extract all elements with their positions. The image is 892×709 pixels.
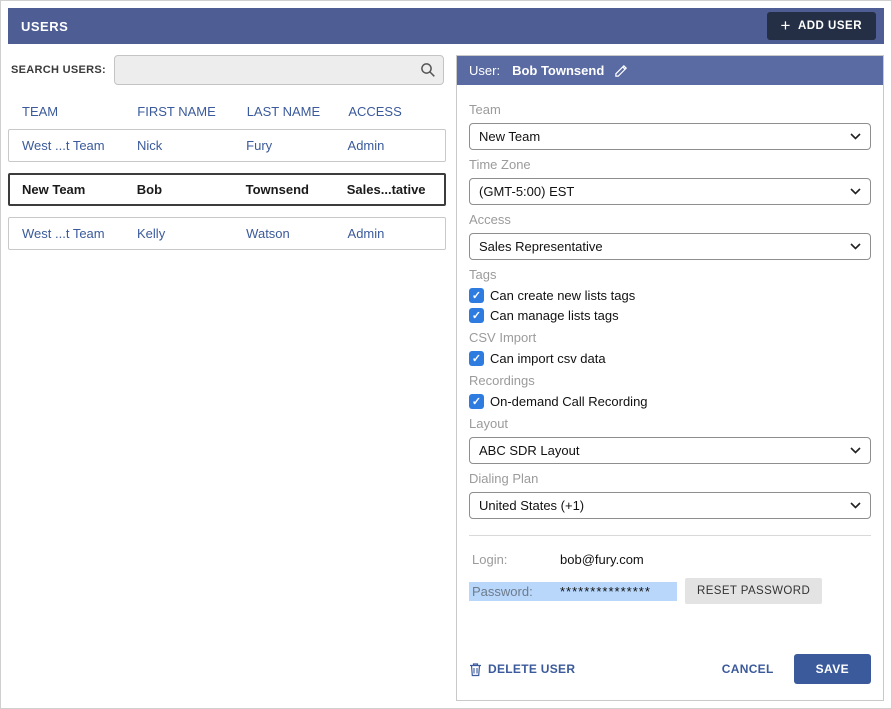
- tags-option-2: ✓ Can manage lists tags: [469, 308, 871, 323]
- user-name: Bob Townsend: [512, 63, 605, 78]
- table-header: TEAM FIRST NAME LAST NAME ACCESS: [8, 98, 446, 129]
- column-header-access: ACCESS: [348, 104, 402, 119]
- team-select-value: New Team: [479, 129, 541, 144]
- cell-first: Bob: [136, 182, 163, 197]
- chevron-down-icon: [850, 188, 861, 195]
- plus-icon: +: [780, 15, 791, 35]
- top-bar: USERS + ADD USER: [8, 8, 884, 44]
- search-label: SEARCH USERS:: [11, 64, 106, 76]
- chevron-down-icon: [850, 447, 861, 454]
- tags-option-1: ✓ Can create new lists tags: [469, 288, 871, 303]
- column-header-team: TEAM: [22, 104, 59, 119]
- timezone-select[interactable]: (GMT-5:00) EST: [469, 178, 871, 205]
- save-button[interactable]: SAVE: [793, 654, 871, 684]
- delete-user-label: DELETE USER: [488, 662, 576, 676]
- reset-password-button[interactable]: RESET PASSWORD: [685, 578, 823, 604]
- chevron-down-icon: [850, 243, 861, 250]
- password-label: Password:: [469, 581, 557, 601]
- layout-label: Layout: [469, 416, 509, 431]
- checkbox-checked-icon[interactable]: ✓: [469, 351, 484, 366]
- recordings-option-1: ✓ On-demand Call Recording: [469, 394, 871, 409]
- tags-label: Tags: [469, 267, 497, 282]
- table-row[interactable]: West ...t Team Nick Fury Admin: [8, 129, 446, 162]
- team-label: Team: [469, 102, 501, 117]
- login-value: bob@fury.com: [560, 551, 644, 567]
- table-row[interactable]: West ...t Team Kelly Watson Admin: [8, 217, 446, 250]
- checkbox-checked-icon[interactable]: ✓: [469, 288, 484, 303]
- cell-access: Admin: [347, 226, 385, 241]
- cell-team: West ...t Team: [22, 138, 105, 153]
- user-detail-form: Team New Team Time Zone (GMT-5:00) EST A…: [457, 85, 883, 640]
- layout-select[interactable]: ABC SDR Layout: [469, 437, 871, 464]
- search-row: SEARCH USERS:: [8, 55, 446, 85]
- password-row: Password: *************** RESET PASSWORD: [469, 578, 871, 604]
- trash-icon: [470, 662, 481, 676]
- login-label: Login:: [472, 551, 508, 567]
- add-user-button[interactable]: + ADD USER: [766, 12, 876, 40]
- table-row-selected[interactable]: New Team Bob Townsend Sales...tative: [8, 173, 446, 206]
- layout-select-value: ABC SDR Layout: [479, 443, 580, 458]
- detail-footer: DELETE USER CANCEL SAVE: [457, 640, 883, 700]
- login-row: Login: bob@fury.com: [469, 546, 871, 572]
- users-table: TEAM FIRST NAME LAST NAME ACCESS West ..…: [8, 98, 446, 250]
- checkbox-label: On-demand Call Recording: [490, 394, 648, 409]
- search-icon[interactable]: [420, 62, 436, 78]
- cell-last: Watson: [246, 226, 290, 241]
- column-header-first: FIRST NAME: [137, 104, 216, 119]
- cell-access: Admin: [347, 138, 385, 153]
- access-select[interactable]: Sales Representative: [469, 233, 871, 260]
- cell-last: Fury: [246, 138, 273, 153]
- user-detail-panel: User: Bob Townsend Team New Team Time Zo…: [456, 55, 884, 701]
- timezone-select-value: (GMT-5:00) EST: [479, 184, 575, 199]
- cancel-button[interactable]: CANCEL: [722, 662, 774, 676]
- csv-option-1: ✓ Can import csv data: [469, 351, 871, 366]
- password-value: ***************: [557, 581, 677, 601]
- chevron-down-icon: [850, 502, 861, 509]
- checkbox-checked-icon[interactable]: ✓: [469, 308, 484, 323]
- checkbox-label: Can import csv data: [490, 351, 606, 366]
- credentials-divider: [469, 535, 871, 536]
- dialing-plan-select-value: United States (+1): [479, 498, 585, 513]
- cell-first: Nick: [137, 138, 163, 153]
- recordings-label: Recordings: [469, 373, 535, 388]
- csv-import-label: CSV Import: [469, 330, 537, 345]
- main-content: SEARCH USERS: TEAM FIRST NAME LAST NAME …: [8, 44, 884, 701]
- dialing-plan-label: Dialing Plan: [469, 471, 539, 486]
- users-page: USERS + ADD USER SEARCH USERS: TEAM FIRS…: [0, 0, 892, 709]
- team-select[interactable]: New Team: [469, 123, 871, 150]
- edit-pencil-icon[interactable]: [614, 63, 629, 78]
- timezone-label: Time Zone: [469, 157, 531, 172]
- chevron-down-icon: [850, 133, 861, 140]
- checkbox-label: Can manage lists tags: [490, 308, 619, 323]
- cell-team: New Team: [22, 182, 86, 197]
- search-input[interactable]: [113, 55, 444, 85]
- add-user-label: ADD USER: [797, 20, 862, 32]
- user-label: User:: [469, 63, 501, 78]
- delete-user-link[interactable]: DELETE USER: [469, 662, 575, 677]
- access-label: Access: [469, 212, 511, 227]
- column-header-last: LAST NAME: [246, 104, 321, 119]
- user-detail-header: User: Bob Townsend: [457, 56, 883, 85]
- search-box: [113, 55, 444, 85]
- checkbox-label: Can create new lists tags: [490, 288, 636, 303]
- checkbox-checked-icon[interactable]: ✓: [469, 394, 484, 409]
- users-list-panel: SEARCH USERS: TEAM FIRST NAME LAST NAME …: [8, 55, 456, 701]
- dialing-plan-select[interactable]: United States (+1): [469, 492, 871, 519]
- cell-access: Sales...tative: [346, 182, 426, 197]
- cell-first: Kelly: [137, 226, 166, 241]
- cell-team: West ...t Team: [22, 226, 105, 241]
- page-title: USERS: [21, 18, 69, 34]
- access-select-value: Sales Representative: [479, 239, 603, 254]
- cell-last: Townsend: [245, 182, 309, 197]
